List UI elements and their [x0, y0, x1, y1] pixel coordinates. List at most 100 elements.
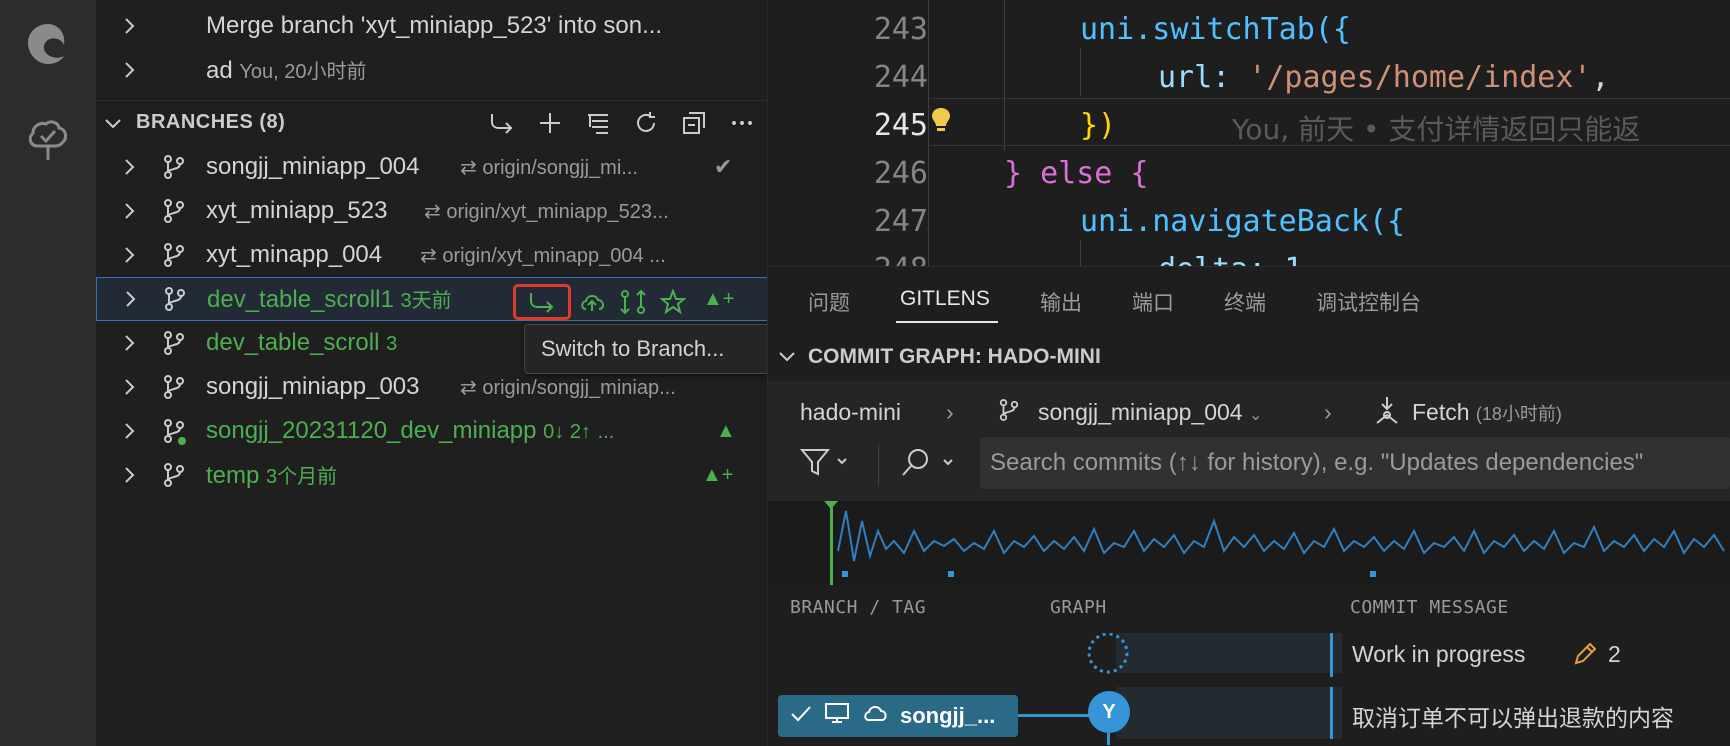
changes-count: 2	[1608, 641, 1621, 667]
tab-ports[interactable]: 端口	[1132, 287, 1174, 317]
branch-row[interactable]: temp 3个月前 ▲+	[96, 453, 767, 497]
column-branch-tag[interactable]: BRANCH / TAG	[790, 597, 926, 618]
commit-message: Merge branch 'xyt_miniapp_523' into son.…	[206, 12, 663, 39]
active-tab-indicator	[896, 321, 998, 323]
code-line: uni.switchTab({	[1080, 12, 1351, 47]
fetch-icon	[1372, 395, 1402, 431]
cloud-icon	[862, 703, 888, 729]
chevron-right-icon[interactable]	[120, 17, 138, 35]
star-icon[interactable]	[655, 287, 691, 317]
fetch-time: (18小时前)	[1475, 404, 1562, 424]
tab-terminal[interactable]: 终端	[1224, 287, 1266, 317]
publish-cloud-icon[interactable]	[575, 287, 611, 317]
list-tree-icon[interactable]	[582, 109, 614, 137]
column-commit-message[interactable]: COMMIT MESSAGE	[1350, 597, 1509, 618]
more-actions-icon[interactable]	[726, 109, 758, 137]
tab-debug-console[interactable]: 调试控制台	[1316, 287, 1421, 317]
commit-row[interactable]: songjj_... Y 取消订单不可以弹出退款的内容	[768, 687, 1730, 745]
branch-tracking: ⇄ origin/xyt_minapp_004 ...	[420, 244, 666, 267]
lightbulb-icon[interactable]	[930, 106, 952, 138]
search-icon[interactable]	[900, 447, 956, 484]
git-branch-icon	[998, 397, 1020, 429]
chevron-right-icon[interactable]	[120, 246, 138, 264]
commit-message: Work in progress	[1352, 641, 1526, 667]
switch-to-branch-button[interactable]	[513, 284, 571, 320]
row-marker	[1330, 633, 1333, 677]
chevron-right-icon[interactable]	[120, 61, 138, 79]
refresh-icon[interactable]	[630, 109, 662, 137]
code-line: })	[1080, 108, 1117, 143]
commit-graph-columns: BRANCH / TAG GRAPH COMMIT MESSAGE	[768, 585, 1730, 629]
branch-status-badge: ▲	[716, 419, 736, 442]
panel-tabs: 问题 GITLENS 输出 端口 终端 调试控制台	[768, 267, 1730, 331]
branch-tracking: ⇄ origin/xyt_miniapp_523...	[424, 200, 669, 223]
toolbar-divider	[878, 445, 879, 485]
branch-row-selected[interactable]: dev_table_scroll1 3天前 ▲+	[96, 277, 767, 321]
line-number: 248	[768, 252, 928, 266]
switch-branch-icon[interactable]	[486, 109, 518, 137]
tab-problems[interactable]: 问题	[808, 287, 850, 317]
activity-bar	[0, 0, 96, 746]
branch-tracking: ⇄ origin/songjj_miniap...	[460, 376, 676, 399]
branch-row[interactable]: songjj_miniapp_004 ⇄ origin/songjj_mi...…	[96, 145, 767, 189]
filter-icon[interactable]	[799, 447, 850, 482]
graph-row-band	[1116, 633, 1342, 673]
plus-icon[interactable]	[534, 109, 566, 137]
branch-label-pill[interactable]: songjj_...	[778, 695, 1018, 737]
code-editor[interactable]: 243 244 245 246 247 248 uni.switchTab({ …	[768, 0, 1730, 266]
chevron-right-icon[interactable]	[121, 290, 139, 308]
branch-row[interactable]: songjj_20231120_dev_miniapp 0↓ 2↑ ... ▲	[96, 409, 767, 453]
git-branch-icon	[162, 154, 186, 180]
chevron-right-icon[interactable]	[120, 378, 138, 396]
collapse-all-icon[interactable]	[678, 109, 710, 137]
tab-gitlens[interactable]: GITLENS	[900, 287, 990, 311]
git-tree-check-icon[interactable]	[20, 112, 76, 168]
branch-meta: 3个月前	[266, 466, 338, 488]
chevron-right-icon[interactable]	[120, 202, 138, 220]
source-control-sidebar: Merge branch 'xyt_miniapp_523' into son.…	[96, 0, 768, 746]
branch-status-badge: ▲+	[703, 287, 735, 310]
branch-name: songjj_miniapp_003	[206, 373, 420, 400]
commit-row-wip[interactable]: Work in progress 2	[768, 633, 1730, 685]
branch-name: dev_table_scroll 3	[206, 329, 398, 356]
branch-status-badge: ▲+	[702, 463, 734, 486]
commit-message: 取消订单不可以弹出退款的内容	[1352, 705, 1674, 731]
commit-graph-minimap[interactable]	[768, 501, 1730, 585]
commit-graph-header[interactable]: COMMIT GRAPH: HADO-MINI	[768, 337, 1730, 377]
tab-output[interactable]: 输出	[1040, 287, 1082, 317]
git-branch-icon	[162, 198, 186, 224]
branch-name: songjj_20231120_dev_miniapp 0↓ 2↑ ...	[206, 417, 615, 444]
chevron-right-icon[interactable]	[120, 158, 138, 176]
code-line: uni.navigateBack({	[1080, 204, 1406, 239]
fetch-button[interactable]: Fetch (18小时前)	[1412, 399, 1562, 426]
commit-search-input[interactable]: Search commits (↑↓ for history), e.g. "U…	[980, 437, 1730, 489]
chevron-right-icon[interactable]	[120, 466, 138, 484]
line-number: 246	[873, 156, 928, 191]
indent-guide	[1080, 48, 1081, 96]
branch-name: temp 3个月前	[206, 462, 338, 489]
chevron-right-icon[interactable]	[120, 334, 138, 352]
branch-name: dev_table_scroll1 3天前	[207, 286, 452, 313]
column-graph[interactable]: GRAPH	[1050, 597, 1107, 618]
branch-row[interactable]: xyt_miniapp_523 ⇄ origin/xyt_miniapp_523…	[96, 189, 767, 233]
edge-browser-icon[interactable]	[20, 16, 76, 72]
repo-crumb[interactable]: hado-mini	[800, 399, 901, 426]
pencil-icon	[1572, 641, 1598, 672]
chevron-right-icon[interactable]	[120, 422, 138, 440]
branch-crumb[interactable]: songjj_miniapp_004 ⌄	[1038, 399, 1262, 426]
code-line: url: '/pages/home/index',	[1158, 60, 1610, 95]
line-number: 247	[873, 204, 928, 239]
git-branch-icon	[162, 374, 186, 400]
bottom-panel: 问题 GITLENS 输出 端口 终端 调试控制台 COMMIT GRAPH: …	[768, 266, 1730, 746]
branches-section-header[interactable]: BRANCHES (8)	[96, 100, 767, 144]
branch-label-text: songjj_...	[900, 703, 996, 728]
commit-row[interactable]: ad You, 20小时前	[96, 48, 767, 92]
branch-meta: 3	[386, 333, 398, 355]
compare-icon[interactable]	[615, 287, 651, 317]
commit-row[interactable]: Merge branch 'xyt_miniapp_523' into son.…	[96, 4, 767, 48]
branch-row[interactable]: xyt_minapp_004 ⇄ origin/xyt_minapp_004 .…	[96, 233, 767, 277]
chevron-down-icon[interactable]	[778, 347, 796, 371]
commit-meta: You, 20小时前	[239, 61, 367, 83]
wip-node-icon	[1087, 633, 1129, 674]
chevron-down-icon[interactable]	[104, 114, 122, 132]
